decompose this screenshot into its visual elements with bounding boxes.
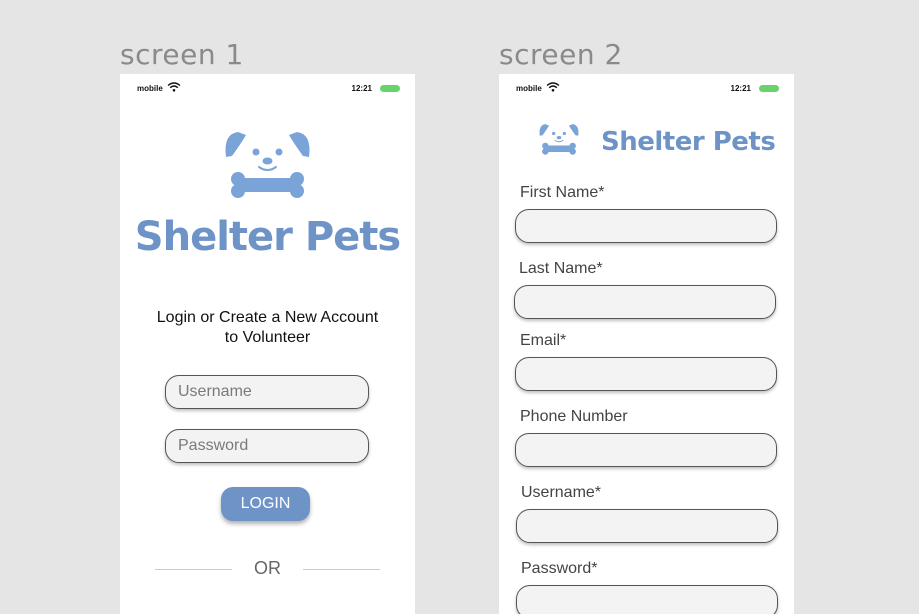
last-name-input[interactable]: [514, 285, 776, 319]
or-divider: OR: [155, 558, 380, 580]
password-label: Password*: [521, 560, 598, 577]
brand-title: Shelter Pets: [134, 214, 401, 260]
signup-header: Shelter Pets: [537, 122, 776, 161]
username-input[interactable]: [516, 509, 778, 543]
login-button[interactable]: LOGIN: [221, 487, 310, 521]
intro-line-1: Login or Create a New Account: [156, 309, 379, 326]
phone-number-label: Phone Number: [520, 408, 628, 425]
brand-title: Shelter Pets: [601, 126, 776, 157]
password-input[interactable]: Password: [165, 429, 369, 463]
divider-line-right: [303, 569, 380, 570]
last-name-label: Last Name*: [519, 260, 603, 277]
intro-line-2: to Volunteer: [224, 329, 311, 346]
battery-icon: [759, 84, 779, 92]
username-input[interactable]: Username: [165, 375, 369, 409]
carrier-label: mobile: [516, 83, 542, 93]
status-time: 12:21: [730, 83, 751, 93]
login-intro: Login or Create a New Account to Volunte…: [140, 308, 395, 348]
signup-screen: mobile 12:21 Shelter Pets First Name* La…: [499, 74, 794, 614]
status-time: 12:21: [351, 83, 372, 93]
wifi-icon: [167, 82, 181, 94]
dog-with-bone-icon: [537, 122, 581, 161]
screen-1-label: screen 1: [120, 38, 244, 71]
email-label: Email*: [520, 332, 567, 349]
login-screen: mobile 12:21 Shelter Pets Login or Creat…: [120, 74, 415, 614]
email-input[interactable]: [515, 357, 777, 391]
wifi-icon: [546, 82, 560, 94]
first-name-label: First Name*: [520, 184, 605, 201]
status-bar: mobile 12:21: [516, 81, 779, 95]
username-label: Username*: [521, 484, 602, 501]
carrier-label: mobile: [137, 83, 163, 93]
dog-with-bone-icon: [220, 129, 315, 204]
phone-number-input[interactable]: [515, 433, 777, 467]
battery-icon: [380, 84, 400, 92]
status-bar: mobile 12:21: [137, 81, 400, 95]
first-name-input[interactable]: [515, 209, 777, 243]
screen-2-label: screen 2: [499, 38, 623, 71]
